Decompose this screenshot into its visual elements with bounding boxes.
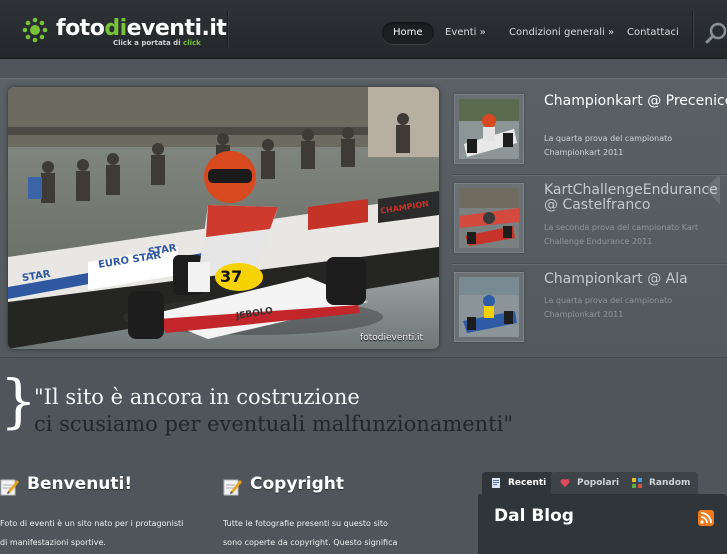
featured-slider: 37 JEBOLO STAR EURO STAR STAR CHAMPION f… [0,78,727,358]
blog-panel: Dal Blog [478,494,727,554]
quote-line-2: ci scusiamo per eventuali malfunzionamen… [34,412,514,436]
slide-thumbnail[interactable] [454,94,524,164]
kart-thumb-image [459,188,519,248]
nav-item-eventi[interactable]: Eventi » [445,22,486,44]
heart-icon [560,479,570,487]
slide-title[interactable]: Championkart @ Ala [544,272,727,287]
slide-description: La seconda prova del campionato Kart Cha… [544,223,699,246]
site-header: fotodieventi.it Click a portata di click… [0,0,727,59]
note-pencil-icon [223,479,242,496]
photo-credit: fotodieventi.it [360,333,423,343]
nav-item-condizioni-generali[interactable]: Condizioni generali » [509,22,614,44]
kart-number: 37 [220,267,243,286]
slide-item-precenicco[interactable]: Championkart @ Precenicco La quarta prov… [452,94,727,172]
header-divider [227,10,228,48]
slide-thumbnail[interactable] [454,183,524,253]
site-logo[interactable]: fotodieventi.it Click a portata di click [22,14,227,48]
rss-icon[interactable] [698,510,714,526]
kart-thumb-image [459,277,519,337]
tab-random[interactable]: Random [623,472,699,494]
slide-item-ala[interactable]: Championkart @ Ala La quarta prova del c… [452,272,727,350]
blog-widget: Recenti Popolari Random Dal Blog [478,472,727,554]
search-icon[interactable] [705,22,727,44]
header-divider [692,10,693,48]
slide-item-castelfranco[interactable]: KartChallengeEndurance @ Castelfranco La… [452,183,727,261]
nav-item-contattaci[interactable]: Contattaci [627,22,679,44]
slide-title[interactable]: Championkart @ Precenicco [544,94,727,109]
nav-item-home[interactable]: Home [382,22,434,44]
tab-popolari[interactable]: Popolari [551,472,628,494]
document-icon [492,478,500,488]
featured-photo[interactable]: 37 JEBOLO STAR EURO STAR STAR CHAMPION f… [8,87,439,349]
section-title-copyright: Copyright [250,474,345,494]
quote-line-1: "Il sito è ancora in costruzione [34,385,360,409]
shuffle-icon [632,478,642,488]
slide-divider [452,263,727,264]
slide-description: La quarta prova del campionato Championk… [544,134,673,157]
logo-wordmark: fotodieventi.it [56,16,227,41]
kart-race-illustration [8,87,439,349]
kart-thumb-image [459,99,519,159]
quote-brace: } [0,367,37,435]
slide-thumbnail[interactable] [454,272,524,342]
slide-description: La quarta prova del campionato Championk… [544,296,673,319]
blog-title: Dal Blog [494,506,574,526]
slide-title[interactable]: KartChallengeEndurance @ Castelfranco [544,183,727,213]
note-pencil-icon [0,479,19,496]
section-text-benvenuti: Foto di eventi è un sito nato per i prot… [0,519,184,547]
section-title-benvenuti: Benvenuti! [27,474,133,494]
logo-dots-icon [22,17,48,43]
section-text-copyright: Tutte le fotografie presenti su questo s… [223,519,398,547]
logo-tagline: Click a portata di click [113,39,201,47]
tab-recenti[interactable]: Recenti [482,472,555,494]
slide-divider [452,174,727,175]
